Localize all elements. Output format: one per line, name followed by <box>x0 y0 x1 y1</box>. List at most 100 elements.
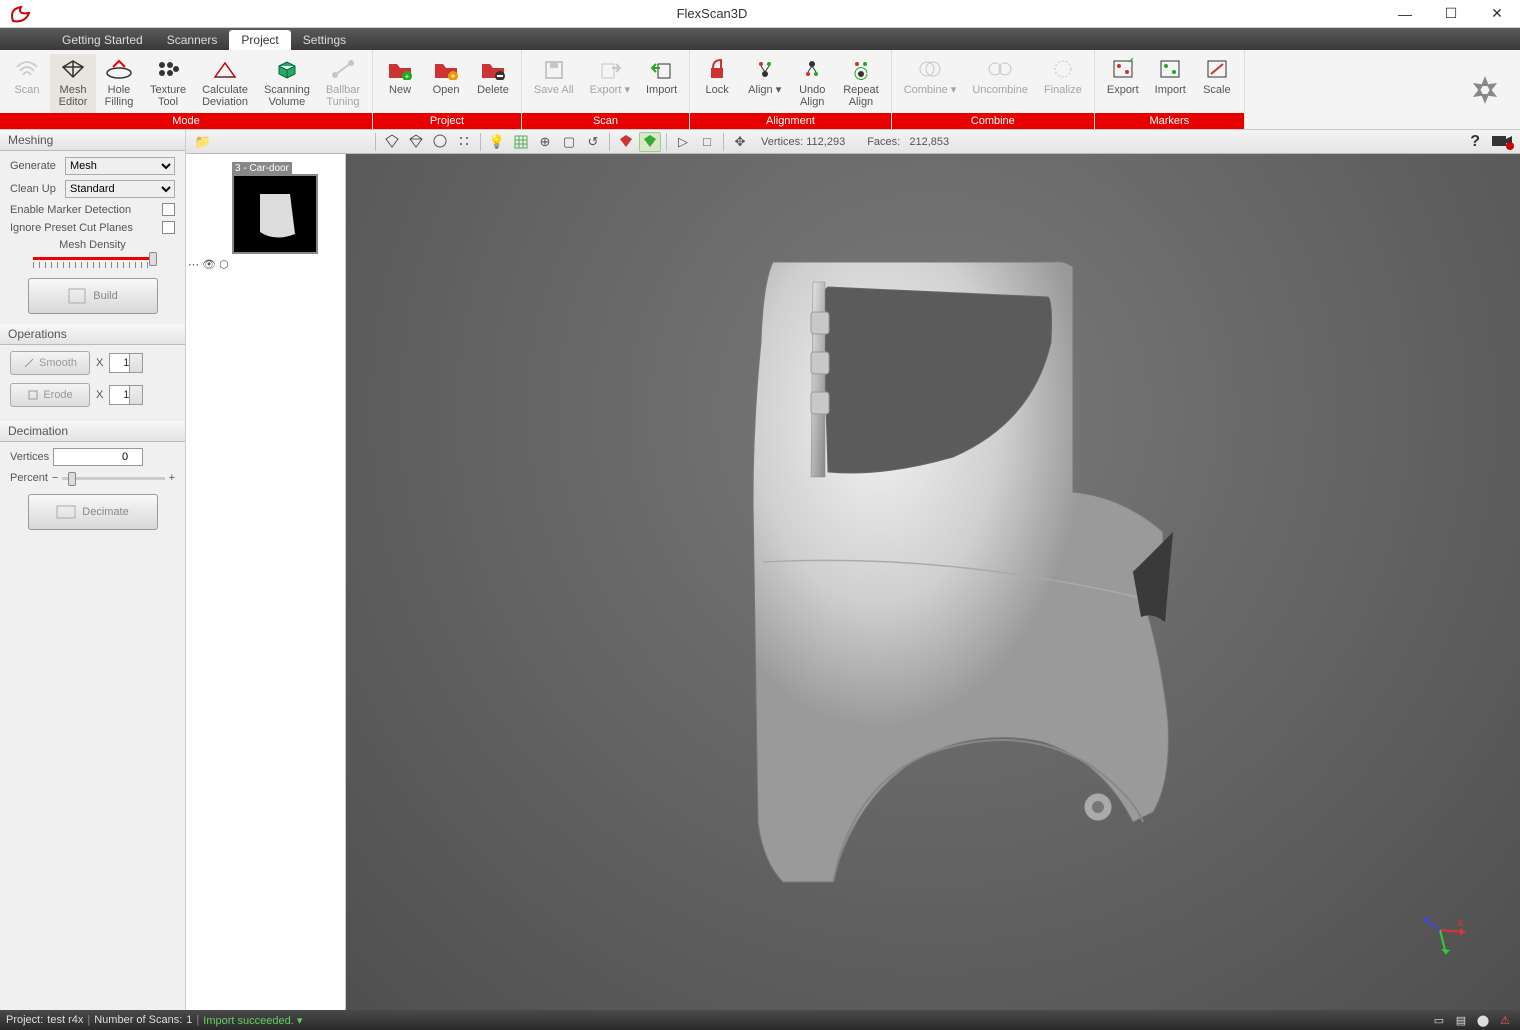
new-folder-icon: + <box>385 56 415 82</box>
scan-group-label: Scan <box>522 113 689 129</box>
shade-wire-button[interactable] <box>405 132 427 152</box>
delete-button[interactable]: Delete <box>469 54 517 113</box>
export-button[interactable]: Export ▾ <box>582 54 638 113</box>
erode-icon <box>27 389 39 401</box>
texture-tool-button[interactable]: Texture Tool <box>142 54 194 113</box>
generate-select[interactable]: Mesh <box>65 157 175 175</box>
stop-button[interactable]: □ <box>696 132 718 152</box>
minimize-button[interactable]: — <box>1382 0 1428 28</box>
select-face-button[interactable] <box>639 132 661 152</box>
finalize-icon <box>1048 56 1078 82</box>
ignore-planes-label: Ignore Preset Cut Planes <box>10 222 133 234</box>
erode-spinner[interactable]: 1 <box>109 385 143 405</box>
shade-flat-button[interactable] <box>429 132 451 152</box>
maximize-button[interactable]: ☐ <box>1428 0 1474 28</box>
box-button[interactable]: ▢ <box>558 132 580 152</box>
window-title: FlexScan3D <box>42 6 1382 21</box>
smooth-spinner[interactable]: 1 <box>109 353 143 373</box>
tab-scanners[interactable]: Scanners <box>155 30 230 50</box>
ignore-planes-checkbox[interactable] <box>162 221 175 234</box>
status-icon-1[interactable]: ▭ <box>1430 1012 1448 1028</box>
tab-settings[interactable]: Settings <box>291 30 358 50</box>
mesh-editor-button[interactable]: Mesh Editor <box>50 54 96 113</box>
select-mesh-button[interactable] <box>615 132 637 152</box>
status-scans-value: 1 <box>186 1014 192 1026</box>
decimate-button[interactable]: Decimate <box>28 494 158 530</box>
density-slider[interactable] <box>33 257 153 260</box>
lock-button[interactable]: Lock <box>694 54 740 113</box>
erode-x-label: X <box>96 389 103 401</box>
app-logo <box>0 0 42 28</box>
target-button[interactable]: ⊕ <box>534 132 556 152</box>
cleanup-select[interactable]: Standard <box>65 180 175 198</box>
markers-export-button[interactable]: Export <box>1099 54 1147 113</box>
undo-align-button[interactable]: Undo Align <box>789 54 835 113</box>
thumb-preview[interactable] <box>232 174 318 254</box>
titlebar: FlexScan3D — ☐ ✕ <box>0 0 1520 28</box>
enable-marker-checkbox[interactable] <box>162 203 175 216</box>
status-alert-icon[interactable]: ⚠ <box>1496 1012 1514 1028</box>
brand-logo <box>1450 50 1520 129</box>
build-button[interactable]: Build <box>28 278 158 314</box>
repeat-align-button[interactable]: Repeat Align <box>835 54 886 113</box>
import-button[interactable]: Import <box>638 54 685 113</box>
scanning-volume-button[interactable]: Scanning Volume <box>256 54 318 113</box>
close-button[interactable]: ✕ <box>1474 0 1520 28</box>
shade-smooth-button[interactable] <box>381 132 403 152</box>
smooth-button[interactable]: Smooth <box>10 351 90 375</box>
car-door-mesh <box>653 222 1213 942</box>
markers-scale-button[interactable]: Scale <box>1194 54 1240 113</box>
move-button[interactable]: ✥ <box>729 132 751 152</box>
scan-thumbnails-pane: 3 - Car-door ⋯ 👁 ⬡ <box>186 154 346 1010</box>
dec-vertices-input[interactable] <box>53 448 143 466</box>
marker-export-icon <box>1108 56 1138 82</box>
statusbar: Project: test r4x | Number of Scans: 1 |… <box>0 1010 1520 1030</box>
marker-scale-icon <box>1202 56 1232 82</box>
calc-deviation-button[interactable]: Calculate Deviation <box>194 54 256 113</box>
reset-button[interactable]: ↺ <box>582 132 604 152</box>
new-button[interactable]: +New <box>377 54 423 113</box>
tab-getting-started[interactable]: Getting Started <box>50 30 155 50</box>
finalize-button[interactable]: Finalize <box>1036 54 1090 113</box>
axis-gizmo[interactable]: x <box>1410 900 1470 960</box>
light-button[interactable]: 💡 <box>486 132 508 152</box>
ballbar-tuning-button[interactable]: Ballbar Tuning <box>318 54 368 113</box>
hole-filling-button[interactable]: Hole Filling <box>96 54 142 113</box>
dec-percent-slider[interactable] <box>62 477 164 480</box>
density-label: Mesh Density <box>10 239 175 251</box>
uncombine-button[interactable]: Uncombine <box>964 54 1036 113</box>
combine-group-label: Combine <box>892 113 1094 129</box>
primary-tabs: Getting Started Scanners Project Setting… <box>0 28 1520 50</box>
operations-header: Operations <box>0 324 185 345</box>
combine-button[interactable]: Combine ▾ <box>896 54 965 113</box>
folder-view-button[interactable]: 📁 <box>192 132 214 152</box>
thumb-label: 3 - Car-door <box>232 162 292 175</box>
import-icon <box>647 56 677 82</box>
marker-import-icon <box>1155 56 1185 82</box>
play-button[interactable]: ▷ <box>672 132 694 152</box>
markers-import-button[interactable]: Import <box>1147 54 1194 113</box>
status-project-label: Project: <box>6 1014 43 1026</box>
status-icon-3[interactable]: ⬤ <box>1474 1012 1492 1028</box>
3d-viewport[interactable]: x <box>346 154 1520 1010</box>
status-icon-2[interactable]: ▤ <box>1452 1012 1470 1028</box>
grid-button[interactable] <box>510 132 532 152</box>
shade-points-button[interactable] <box>453 132 475 152</box>
save-all-button[interactable]: Save All <box>526 54 582 113</box>
faces-count: 212,853 <box>909 136 949 148</box>
align-button[interactable]: Align ▾ <box>740 54 789 113</box>
dec-vertices-label: Vertices <box>10 451 49 463</box>
help-icon[interactable]: ? <box>1470 133 1480 151</box>
thumb-tree[interactable]: ⋯ 👁 ⬡ <box>188 258 339 271</box>
enable-marker-label: Enable Marker Detection <box>10 204 131 216</box>
decimation-header: Decimation <box>0 421 185 442</box>
wifi-icon <box>12 56 42 82</box>
mode-group-label: Mode <box>0 113 372 129</box>
smooth-x-label: X <box>96 357 103 369</box>
open-button[interactable]: Open <box>423 54 469 113</box>
tab-project[interactable]: Project <box>229 30 290 50</box>
erode-button[interactable]: Erode <box>10 383 90 407</box>
smooth-icon <box>23 357 35 369</box>
status-import-msg[interactable]: Import succeeded. ▾ <box>203 1014 302 1027</box>
scan-button[interactable]: Scan <box>4 54 50 113</box>
